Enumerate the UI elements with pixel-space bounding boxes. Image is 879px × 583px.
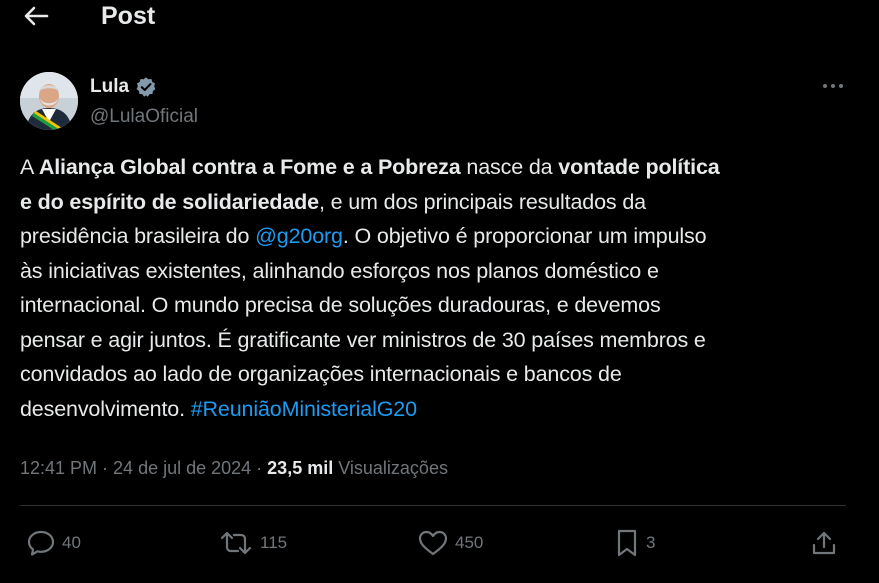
author-name: Lula xyxy=(90,76,130,97)
post-text-bold-segment: Aliança Global contra a Fome e a Pobreza xyxy=(38,155,461,179)
more-options-button[interactable] xyxy=(820,74,846,98)
post-date[interactable]: 24 de jul de 2024 xyxy=(113,456,251,480)
views-count[interactable]: 23,5 mil xyxy=(267,456,333,480)
post-text-bold-segment: e do espírito de solidariedade xyxy=(20,189,319,214)
divider xyxy=(20,505,846,506)
post-text-segment: às iniciativas existentes, alinhando esf… xyxy=(20,258,659,283)
repost-button[interactable]: 115 xyxy=(218,528,287,558)
post-header: Post xyxy=(0,0,879,34)
post-text-segment: desenvolvimento. xyxy=(20,396,191,421)
arrow-left-icon xyxy=(24,6,49,26)
bookmark-icon xyxy=(617,529,637,557)
bookmark-count: 3 xyxy=(646,533,656,552)
views-label: Visualizações xyxy=(333,458,448,478)
post-text-segment: pensar e agir juntos. É gratificante ver… xyxy=(20,327,706,352)
repost-icon xyxy=(220,531,252,555)
share-button[interactable] xyxy=(810,528,838,558)
post-text-segment: . O objetivo é proporcionar um impulso xyxy=(342,224,707,248)
author-name-row[interactable]: Lula xyxy=(90,76,157,98)
repost-count: 115 xyxy=(260,533,288,552)
post-text-segment: A xyxy=(20,155,39,179)
post-time[interactable]: 12:41 PM xyxy=(20,456,97,480)
post-text: A Aliança Global contra a Fome e a Pobre… xyxy=(20,150,860,426)
share-icon xyxy=(812,531,836,555)
verified-badge-icon xyxy=(136,77,156,97)
reply-icon xyxy=(27,530,55,556)
post-text-bold-segment: vontade política xyxy=(558,155,720,179)
post-text-segment: convidados ao lado de organizações inter… xyxy=(20,362,622,386)
mention-link[interactable]: @g20org xyxy=(255,224,343,248)
like-button[interactable]: 450 xyxy=(417,528,483,558)
reply-count: 40 xyxy=(62,533,81,552)
heart-icon xyxy=(418,530,448,556)
post-meta: 12:41 PM · 24 de jul de 2024 · 23,5 mil … xyxy=(20,456,448,480)
bookmark-button[interactable]: 3 xyxy=(614,528,655,558)
author-handle[interactable]: @LulaOficial xyxy=(90,106,198,128)
avatar[interactable] xyxy=(20,72,78,130)
post-author: Lula @LulaOficial xyxy=(20,72,860,134)
meta-separator: · xyxy=(97,458,114,478)
hashtag-link[interactable]: #ReuniãoMinisterialG20 xyxy=(191,397,417,421)
more-horizontal-icon xyxy=(823,84,843,88)
post-text-segment: , e um dos principais resultados da xyxy=(318,189,646,214)
like-count: 450 xyxy=(455,533,484,552)
meta-separator: · xyxy=(251,458,268,478)
post-text-segment: nasce da xyxy=(460,155,559,179)
page-title: Post xyxy=(101,2,156,30)
post-text-segment: internacional. O mundo precisa de soluçõ… xyxy=(20,293,661,317)
post-text-segment: presidência brasileira do xyxy=(20,224,256,248)
reply-button[interactable]: 40 xyxy=(26,528,81,558)
avatar-image xyxy=(20,72,78,130)
back-button[interactable] xyxy=(18,0,54,32)
